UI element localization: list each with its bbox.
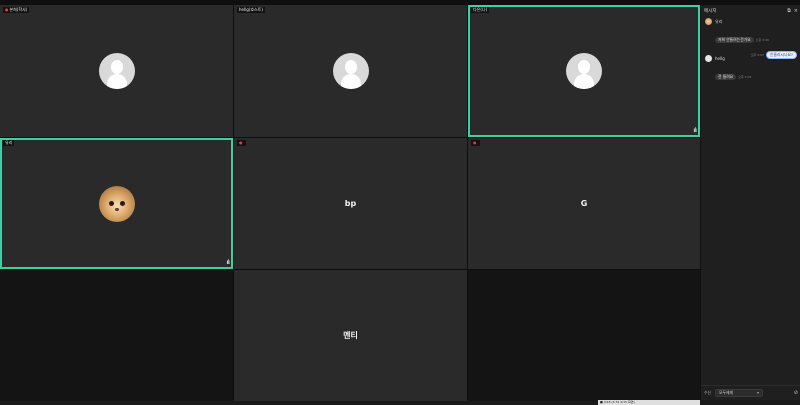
participant-label: ●본희(학사) — [3, 7, 30, 13]
participant-label: 다은(나) — [471, 7, 490, 13]
message-sender: 유리 — [705, 18, 797, 25]
empty-tile — [0, 270, 233, 401]
participant-name: hellg(호스트) — [239, 7, 263, 12]
muted-mic-icon: ● — [239, 140, 243, 145]
participant-display-name: 멘티 — [343, 330, 358, 340]
participant-name: 다은(나) — [473, 7, 488, 12]
empty-tile — [468, 270, 700, 401]
chat-message: hellg 전 들려요 오후 3:07 — [705, 55, 797, 82]
video-grid: ●본희(학사) hellg(호스트) 다은(나) ıılı 유리 ıılı ● … — [0, 5, 700, 401]
default-avatar — [705, 55, 712, 62]
chevron-down-icon: ▾ — [756, 390, 759, 395]
speaking-icon: ıılı — [226, 259, 230, 266]
participant-label: hellg(호스트) — [237, 7, 265, 13]
participant-display-name: bp — [344, 198, 357, 208]
video-tile[interactable]: ● bp — [234, 138, 467, 269]
chat-footer: 수신 모두에게 ▾ ⊘ — [701, 385, 800, 400]
attach-icon[interactable]: ⊘ — [794, 390, 798, 396]
participant-label: 유리 — [3, 140, 15, 146]
participant-label: ● — [237, 140, 246, 146]
participant-label: ● — [471, 140, 480, 146]
cat-avatar — [705, 18, 712, 25]
close-icon[interactable]: × — [794, 8, 798, 14]
speaking-icon: ıılı — [693, 127, 697, 134]
video-tile[interactable]: 멘티 — [234, 270, 467, 401]
sender-name: 유리 — [715, 18, 723, 24]
video-tile[interactable]: ●본희(학사) — [0, 5, 233, 137]
video-tile-active-speaker[interactable]: 다은(나) ıılı — [468, 5, 700, 137]
sender-name: hellg — [715, 56, 725, 61]
taskbar-notification: ■ 4/18 (3:31 2/15 화면) — [598, 400, 700, 405]
cat-avatar — [98, 185, 135, 222]
video-tile[interactable]: ● G — [468, 138, 700, 269]
default-avatar — [332, 53, 369, 89]
default-avatar — [566, 53, 602, 89]
muted-mic-icon: ● — [5, 7, 9, 12]
message-bubble: 전 들려요 — [715, 74, 737, 80]
video-tile[interactable]: hellg(호스트) — [234, 5, 467, 137]
chat-title: 메시지 — [704, 9, 717, 14]
participant-name: 유리 — [5, 140, 13, 145]
chat-panel: 메시지 ⧉ × 유리 저희 안들려는건가요 오후 3:06 오후 3:07 안들리시… — [700, 5, 800, 400]
message-time: 오후 3:07 — [738, 75, 752, 79]
video-tile-active-speaker[interactable]: 유리 ıılı — [0, 138, 233, 269]
default-avatar — [98, 53, 135, 89]
participant-display-name: G — [580, 198, 588, 208]
chat-header: 메시지 ⧉ × — [701, 5, 800, 17]
message-sender: hellg — [705, 55, 797, 62]
receiver-label: 수신 — [704, 390, 711, 395]
receiver-value: 모두에게 — [719, 390, 733, 395]
receiver-select[interactable]: 모두에게 ▾ — [715, 389, 763, 397]
participant-name: 본희(학사) — [9, 7, 28, 12]
muted-mic-icon: ● — [473, 140, 477, 145]
popout-icon[interactable]: ⧉ — [787, 8, 791, 14]
